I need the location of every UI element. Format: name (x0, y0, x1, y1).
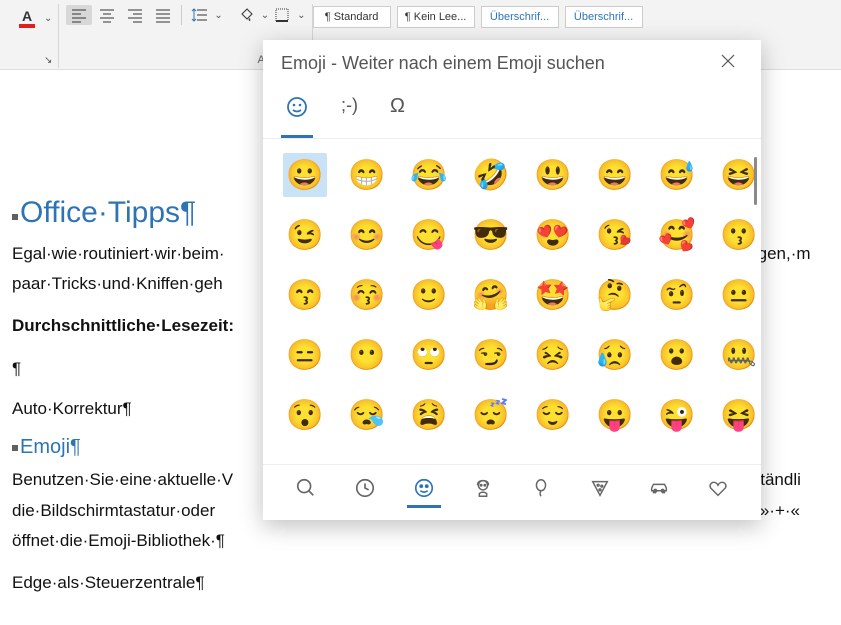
category-celebration[interactable] (524, 473, 558, 508)
close-button[interactable] (713, 50, 743, 77)
emoji-cell[interactable]: 🙂 (407, 273, 451, 317)
emoji-cell[interactable]: 🤣 (469, 153, 513, 197)
emoji-cell[interactable]: 😘 (593, 213, 637, 257)
emoji-cell[interactable]: 😉 (283, 213, 327, 257)
style-no-spacing[interactable]: ¶ Kein Lee... (397, 6, 475, 28)
dropdown-arrow-icon[interactable]: ⌄ (261, 10, 269, 21)
search-icon (295, 477, 317, 499)
category-people[interactable] (466, 473, 500, 508)
shading-button[interactable] (234, 5, 260, 25)
emoji-cell[interactable]: 😴 (469, 393, 513, 437)
emoji-cell[interactable]: 🤩 (531, 273, 575, 317)
emoji-cell[interactable]: 😊 (345, 213, 389, 257)
smiley-icon (285, 95, 309, 119)
balloon-icon (530, 477, 552, 499)
emoji-cell[interactable]: 😀 (283, 153, 327, 197)
category-search[interactable] (289, 473, 323, 508)
emoji-cell[interactable]: 😛 (593, 393, 637, 437)
emoji-cell[interactable]: 😑 (283, 333, 327, 377)
emoji-cell[interactable]: 😃 (531, 153, 575, 197)
category-food[interactable] (583, 473, 617, 508)
emoji-cell[interactable]: 😮 (655, 333, 699, 377)
style-heading2[interactable]: Überschrif... (565, 6, 643, 28)
emoji-cell[interactable]: 😐 (717, 273, 761, 317)
emoji-cell[interactable]: 🤐 (717, 333, 761, 377)
emoji-cell[interactable]: 😫 (407, 393, 451, 437)
car-icon (648, 477, 670, 499)
font-color-button[interactable]: A (13, 5, 43, 31)
emoji-cell[interactable]: 😚 (345, 273, 389, 317)
align-right-button[interactable] (122, 5, 148, 25)
tab-kaomoji[interactable]: ;-) (337, 91, 362, 138)
category-transport[interactable] (642, 473, 676, 508)
doc-text: öffnet·die·Emoji-Bibliothek·¶ (12, 528, 817, 554)
heart-icon (707, 477, 729, 499)
tab-symbols[interactable]: Ω (386, 91, 409, 138)
align-center-button[interactable] (94, 5, 120, 25)
doc-heading-1: Office·Tipps¶ (20, 196, 196, 229)
font-group: A ⌄ ↘ (6, 4, 59, 68)
line-spacing-button[interactable] (187, 5, 213, 25)
emoji-cell[interactable]: 🤗 (469, 273, 513, 317)
emoji-cell[interactable]: 😣 (531, 333, 575, 377)
scrollbar-thumb[interactable] (754, 157, 757, 205)
dropdown-arrow-icon[interactable]: ⌄ (44, 13, 52, 24)
tab-marker-icon (12, 445, 18, 451)
emoji-cell[interactable]: 🙄 (407, 333, 451, 377)
doc-text: Edge·als·Steuerzentrale¶ (12, 570, 817, 596)
emoji-cell[interactable]: 😗 (717, 213, 761, 257)
emoji-cell[interactable]: 😪 (345, 393, 389, 437)
panel-tabs: ;-) Ω (263, 83, 761, 139)
borders-button[interactable] (270, 5, 296, 25)
align-left-button[interactable] (66, 5, 92, 25)
styles-gallery: ¶ Standard ¶ Kein Lee... Überschrif... Ü… (313, 4, 643, 28)
emoji-cell[interactable]: 😅 (655, 153, 699, 197)
emoji-cell[interactable]: 🥰 (655, 213, 699, 257)
person-icon (472, 477, 494, 499)
emoji-cell[interactable]: 🤨 (655, 273, 699, 317)
doc-text: die·Bildschirmtastatur·oder (12, 501, 215, 520)
align-justify-button[interactable] (150, 5, 176, 25)
emoji-cell[interactable]: 😁 (345, 153, 389, 197)
panel-title: Emoji - Weiter nach einem Emoji suchen (281, 53, 605, 74)
emoji-cell[interactable]: 😶 (345, 333, 389, 377)
tab-marker-icon (12, 214, 18, 220)
emoji-cell[interactable]: 😎 (469, 213, 513, 257)
font-dialog-launcher[interactable]: ↘ (44, 55, 52, 66)
category-recent[interactable] (348, 473, 382, 508)
clock-icon (354, 477, 376, 499)
emoji-cell[interactable]: 🤔 (593, 273, 637, 317)
emoji-cell[interactable]: 😋 (407, 213, 451, 257)
category-symbols[interactable] (701, 473, 735, 508)
doc-text: Benutzen·Sie·eine·aktuelle·V (12, 470, 233, 489)
emoji-cell[interactable]: 😙 (283, 273, 327, 317)
category-smileys[interactable] (407, 473, 441, 508)
style-standard[interactable]: ¶ Standard (313, 6, 391, 28)
dropdown-arrow-icon[interactable]: ⌄ (214, 10, 222, 21)
emoji-cell[interactable]: 😝 (717, 393, 761, 437)
emoji-cell[interactable]: 😯 (283, 393, 327, 437)
emoji-picker-panel: Emoji - Weiter nach einem Emoji suchen ;… (263, 40, 761, 520)
emoji-cell[interactable]: 😄 (593, 153, 637, 197)
smiley-icon (413, 477, 435, 499)
emoji-cell[interactable]: 😂 (407, 153, 451, 197)
emoji-categories (263, 464, 761, 520)
emoji-cell[interactable]: 😍 (531, 213, 575, 257)
emoji-cell[interactable]: 😥 (593, 333, 637, 377)
close-icon (721, 54, 735, 68)
doc-text: Egal·wie·routiniert·wir·beim· (12, 244, 225, 263)
emoji-cell[interactable]: 😜 (655, 393, 699, 437)
emoji-cell[interactable]: 😌 (531, 393, 575, 437)
doc-heading-2: Emoji¶ (20, 436, 81, 458)
pizza-icon (589, 477, 611, 499)
tab-emoji[interactable] (281, 91, 313, 138)
dropdown-arrow-icon[interactable]: ⌄ (297, 10, 305, 21)
emoji-grid-container: 😀😁😂🤣😃😄😅😆😉😊😋😎😍😘🥰😗😙😚🙂🤗🤩🤔🤨😐😑😶🙄😏😣😥😮🤐😯😪😫😴😌😛😜😝 (263, 139, 761, 464)
emoji-grid: 😀😁😂🤣😃😄😅😆😉😊😋😎😍😘🥰😗😙😚🙂🤗🤩🤔🤨😐😑😶🙄😏😣😥😮🤐😯😪😫😴😌😛😜😝 (283, 153, 747, 437)
style-heading1[interactable]: Überschrif... (481, 6, 559, 28)
emoji-cell[interactable]: 😏 (469, 333, 513, 377)
svg-text:A: A (22, 8, 32, 24)
panel-header: Emoji - Weiter nach einem Emoji suchen (263, 40, 761, 83)
